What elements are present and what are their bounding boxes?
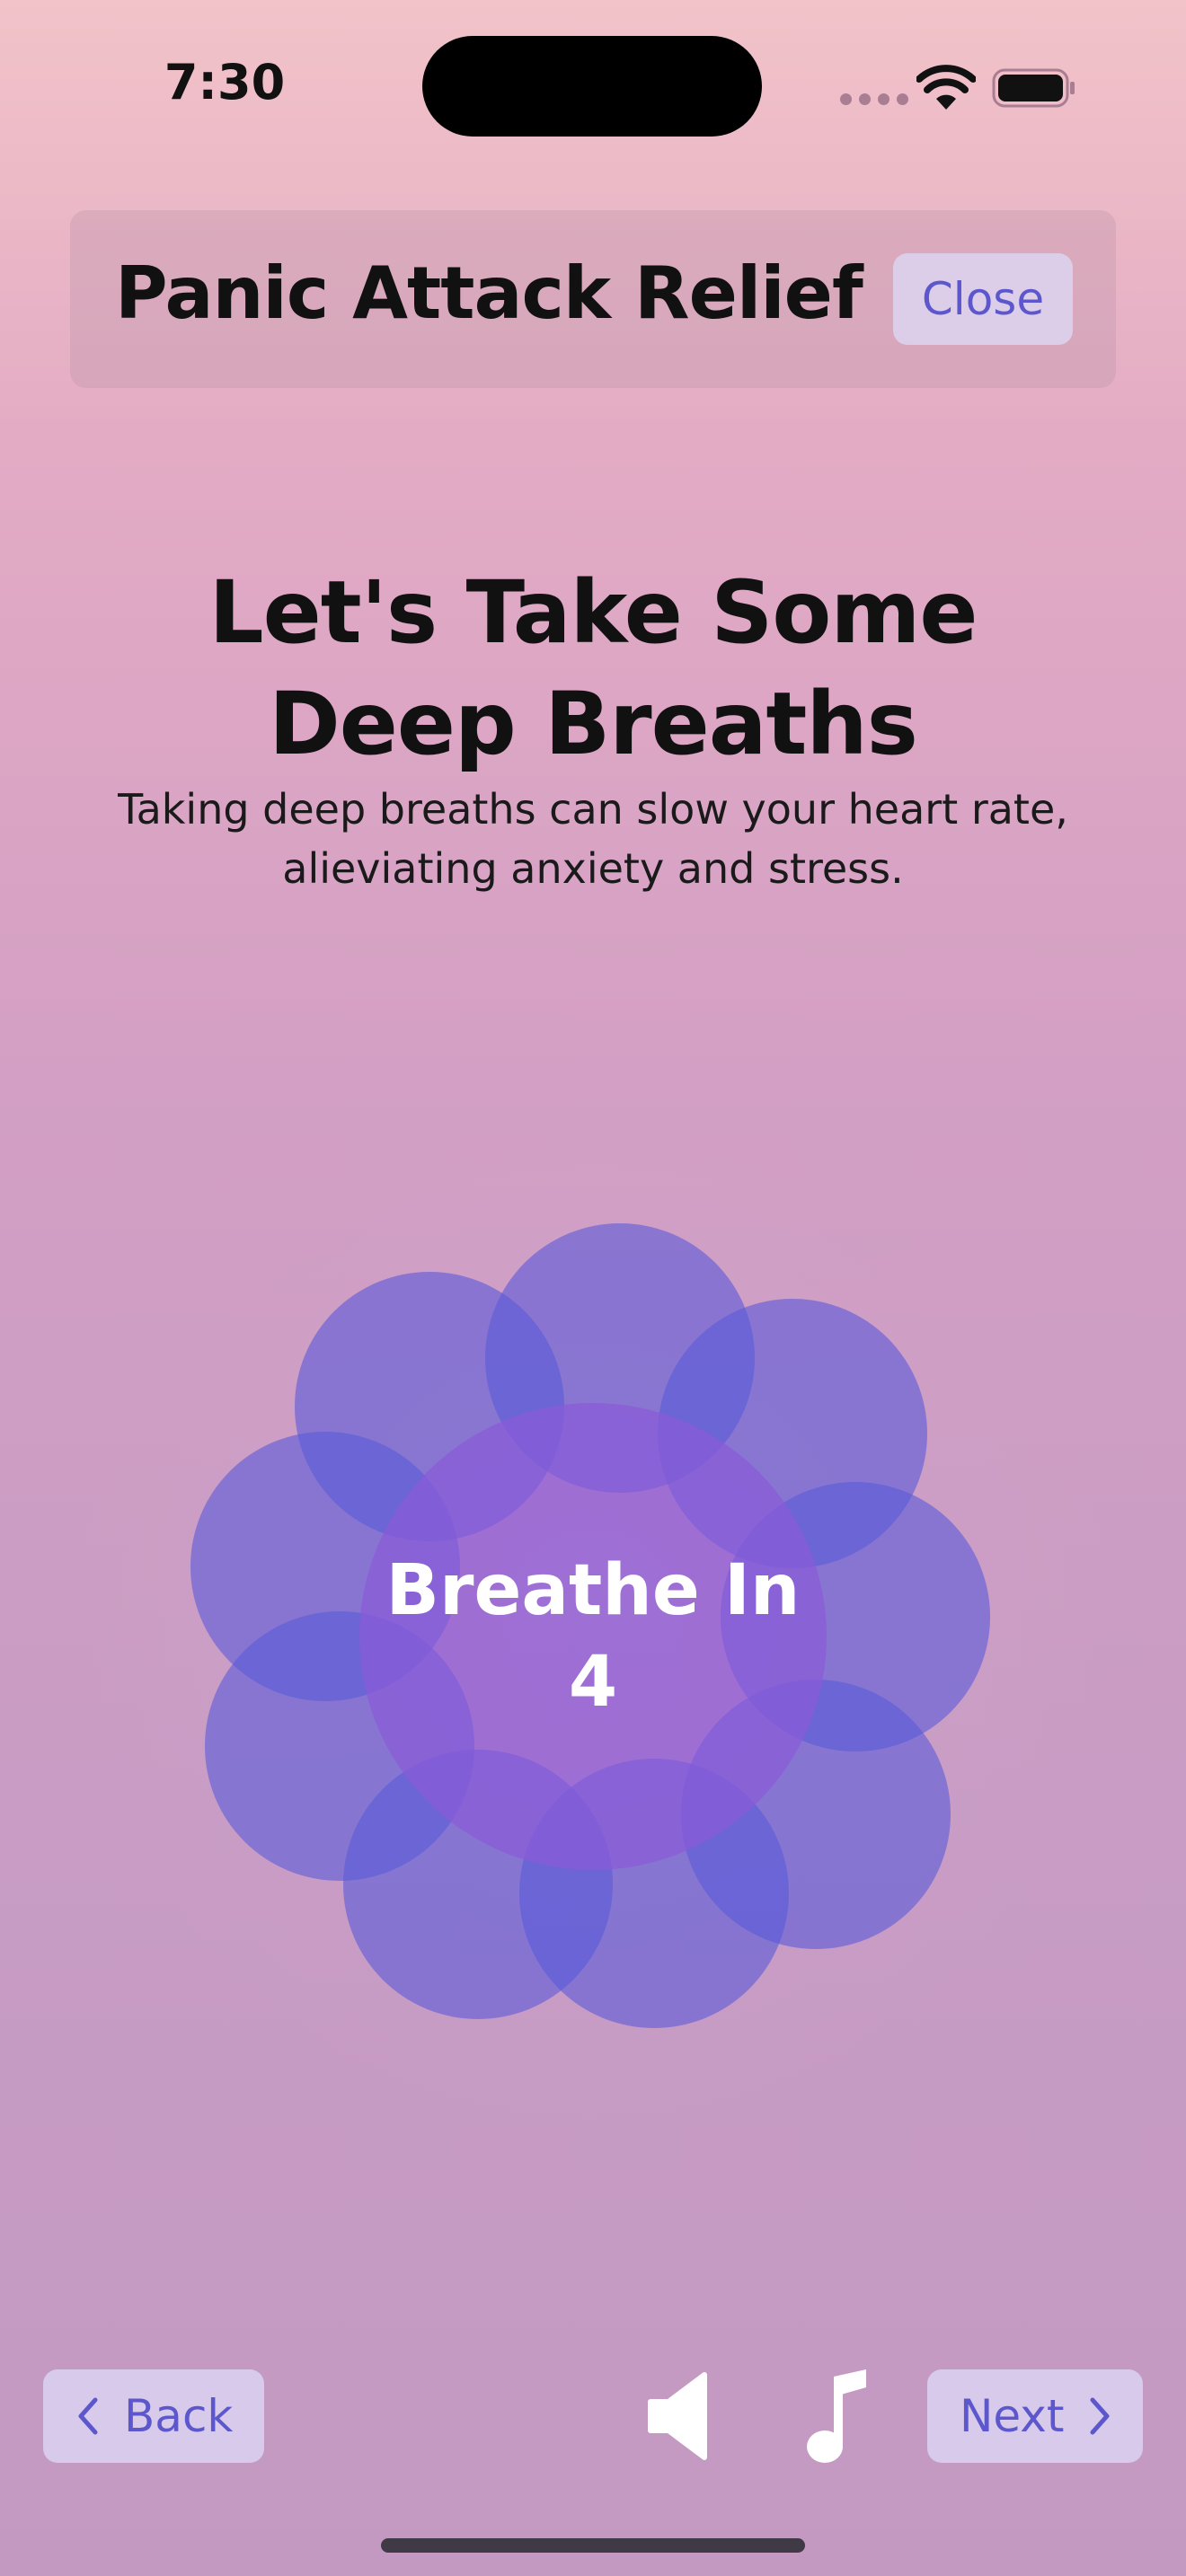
flower-petal	[343, 1750, 613, 2019]
close-button[interactable]: Close	[893, 253, 1073, 345]
subtitle-line-1: Taking deep breaths can slow your heart …	[118, 785, 1068, 834]
next-label: Next	[960, 2390, 1065, 2442]
back-button[interactable]: Back	[43, 2369, 264, 2463]
page-title: Panic Attack Relief	[115, 251, 863, 335]
back-label: Back	[124, 2390, 234, 2442]
breathe-count: 4	[568, 1642, 618, 1723]
heading-line-1: Let's Take Some	[208, 562, 978, 663]
chevron-right-icon	[1090, 2397, 1110, 2435]
status-time: 7:30	[164, 54, 286, 110]
flower-petal	[658, 1299, 927, 1568]
header-card: Panic Attack Relief Close	[70, 210, 1116, 388]
speaker-icon[interactable]	[645, 2371, 717, 2461]
signal-dots-icon	[840, 93, 908, 105]
breathe-text: Breathe In 4	[359, 1545, 827, 1728]
flower-petal	[485, 1223, 755, 1493]
breathe-instruction: Breathe In	[385, 1550, 801, 1631]
heading-line-2: Deep Breaths	[269, 674, 918, 774]
flower-petal	[295, 1272, 564, 1541]
main-subtitle: Taking deep breaths can slow your heart …	[99, 780, 1087, 898]
main-heading: Let's Take Some Deep Breaths	[144, 557, 1042, 780]
flower-petal	[519, 1759, 789, 2028]
home-indicator	[381, 2538, 805, 2553]
battery-icon	[992, 68, 1075, 108]
music-note-icon[interactable]	[805, 2368, 870, 2466]
subtitle-line-2: alieviating anxiety and stress.	[282, 844, 904, 893]
wifi-icon	[916, 65, 976, 110]
next-button[interactable]: Next	[927, 2369, 1143, 2463]
chevron-left-icon	[78, 2397, 98, 2435]
dynamic-island	[422, 36, 762, 137]
status-bar: 7:30	[0, 0, 1186, 171]
